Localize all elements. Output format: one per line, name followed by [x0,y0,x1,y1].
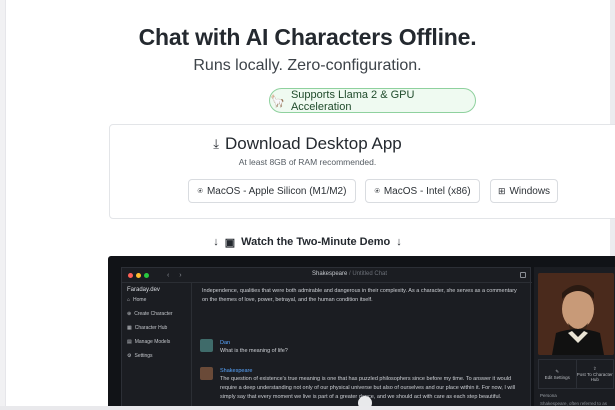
demo-app-window: ‹ › Shakespeare / Untitled Chat Faraday.… [121,267,532,410]
character-panel: ✎ Edit Settings ⇪ Post To Character Hub … [534,267,615,410]
previous-message-text: Independence, qualities that were both a… [202,288,517,303]
box-icon: ▤ [127,339,132,345]
pencil-icon: ✎ [555,368,560,374]
panel-toggle-icon [520,272,526,278]
avatar [200,367,213,380]
user-name: Dan [220,340,231,346]
action-label: Post To Character Hub [576,372,613,382]
download-macos-intel-button[interactable]: ⍟ MacOS - Intel (x86) [365,179,480,203]
character-actions: ✎ Edit Settings ⇪ Post To Character Hub [538,359,614,389]
llama-support-badge[interactable]: 🦙 Supports Llama 2 & GPU Acceleration [269,88,476,113]
window-controls [122,272,149,278]
button-label: Windows [509,185,551,197]
nav-arrows-icon: ‹ › [167,271,186,279]
persona-label: Persona [540,393,557,398]
arrow-down-icon: ↓ [213,236,219,248]
windows-icon: ⊞ [497,185,506,196]
close-dot-icon [128,272,133,278]
demo-app-name: Faraday.dev [127,287,160,293]
chat-name: Untitled Chat [352,271,388,277]
button-label: MacOS - Intel (x86) [383,185,471,197]
download-title: ⤓ Download Desktop App [0,134,615,154]
grid-icon: ▦ [127,325,132,331]
sidebar-item-settings: ⚙ Settings [122,349,191,363]
sidebar-item-manage-models: ▤ Manage Models [122,335,191,349]
arrow-down-icon: ↓ [396,236,402,248]
plus-circle-icon: ⊕ [127,311,132,317]
watch-demo-link[interactable]: ↓ ▣ Watch the Two-Minute Demo ↓ [0,236,615,249]
sidebar-item-label: Home [133,297,147,303]
sidebar-item-character-hub: ▦ Character Hub [122,321,191,335]
avatar [200,339,213,352]
gear-icon: ⚙ [127,353,132,359]
maximize-dot-icon [144,272,149,278]
portrait-image [538,273,614,355]
action-label: Edit Settings [544,374,570,380]
upload-icon: ⇪ [592,366,597,371]
badge-label: Supports Llama 2 & GPU Acceleration [290,88,415,113]
demo-link-label: Watch the Two-Minute Demo [241,236,391,248]
demo-screenshot[interactable]: ‹ › Shakespeare / Untitled Chat Faraday.… [108,256,615,410]
minimize-dot-icon [136,272,141,278]
ram-note: At least 8GB of RAM recommended. [238,157,377,167]
user-message-text: What is the meaning of life? [220,348,288,354]
user-message: Dan What is the meaning of life? [200,339,520,356]
post-to-hub-action: ⇪ Post To Character Hub [575,360,614,388]
character-portrait [538,273,614,355]
sidebar-item-label: Create Character [134,311,173,317]
demo-chat: Independence, qualities that were both a… [196,283,526,410]
edit-settings-action: ✎ Edit Settings [539,360,576,388]
download-icon: ⤓ [213,136,219,151]
hero-title: Chat with AI Characters Offline. [138,24,477,50]
bot-name: Shakespeare [220,368,253,374]
chat-title: Shakespeare / Untitled Chat [312,271,387,277]
llama-icon: 🦙 [270,93,285,108]
apple-icon: ⍟ [374,185,380,196]
sidebar-item-label: Manage Models [134,339,171,345]
download-macos-apple-silicon-button[interactable]: ⍟ MacOS - Apple Silicon (M1/M2) [188,179,356,203]
demo-titlebar: ‹ › Shakespeare / Untitled Chat [122,268,532,283]
page-bottom-edge [0,406,615,410]
demo-sidebar: Faraday.dev ⌂ Home ⊕ Create Character ▦ Cha… [122,283,192,410]
sidebar-item-label: Settings [134,353,153,359]
sidebar-item-create-character: ⊕ Create Character [122,307,191,321]
hero-subtitle: Runs locally. Zero-configuration. [193,57,422,74]
video-icon: ▣ [224,237,236,249]
button-label: MacOS - Apple Silicon (M1/M2) [206,185,347,197]
home-icon: ⌂ [127,297,131,303]
sidebar-item-label: Character Hub [134,325,168,331]
sidebar-item-home: ⌂ Home [122,293,191,307]
char-name: Shakespeare [312,271,348,277]
download-title-text: Download Desktop App [225,134,402,153]
download-windows-button[interactable]: ⊞ Windows [490,179,558,203]
apple-icon: ⍟ [197,185,203,196]
